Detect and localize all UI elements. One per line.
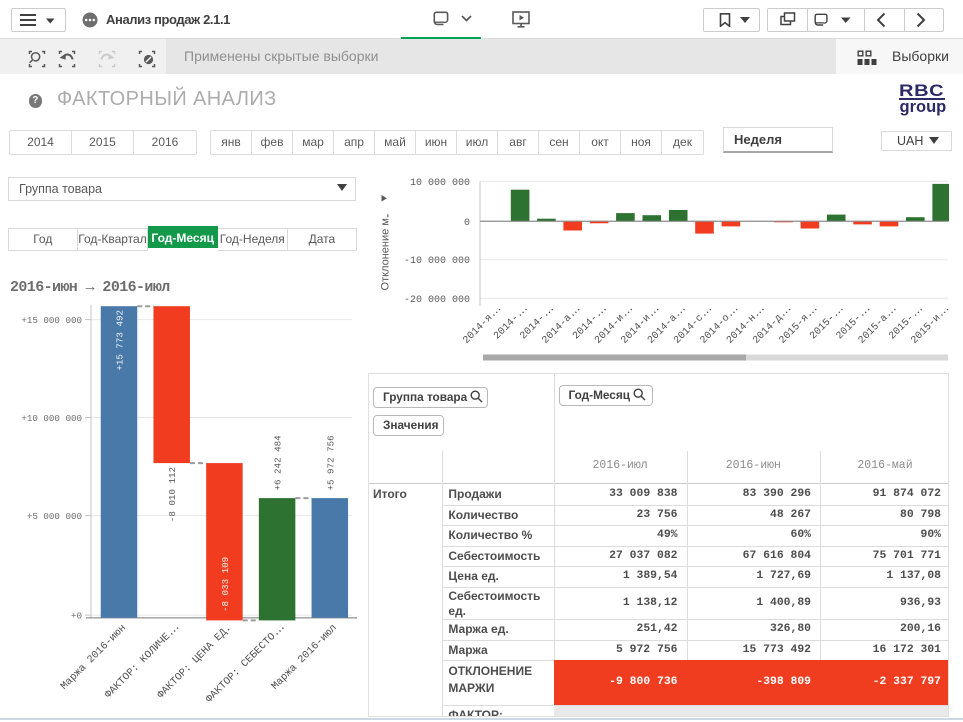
- svg-text:2016-июн → 2016-июл: 2016-июн → 2016-июл: [10, 279, 170, 296]
- svg-text:-20 000 000: -20 000 000: [404, 295, 470, 306]
- svg-text:Отклонение м...: Отклонение м...: [380, 213, 392, 290]
- svg-text:-8 033 109: -8 033 109: [220, 557, 231, 612]
- svg-text:+15 000 000: +15 000 000: [21, 315, 82, 326]
- svg-text:+0: +0: [71, 611, 82, 622]
- svg-text:-8 010 112: -8 010 112: [167, 467, 178, 522]
- svg-text:+10 000 000: +10 000 000: [21, 413, 82, 424]
- svg-text:-10 000 000: -10 000 000: [404, 256, 470, 267]
- svg-text:0: 0: [464, 218, 470, 229]
- svg-text:+5 000 000: +5 000 000: [27, 511, 82, 522]
- svg-text:+15 773 492: +15 773 492: [115, 310, 126, 371]
- svg-text:10 000 000: 10 000 000: [410, 178, 470, 189]
- svg-text:+6 242 484: +6 242 484: [273, 435, 284, 491]
- svg-text:+5 972 756: +5 972 756: [325, 435, 336, 490]
